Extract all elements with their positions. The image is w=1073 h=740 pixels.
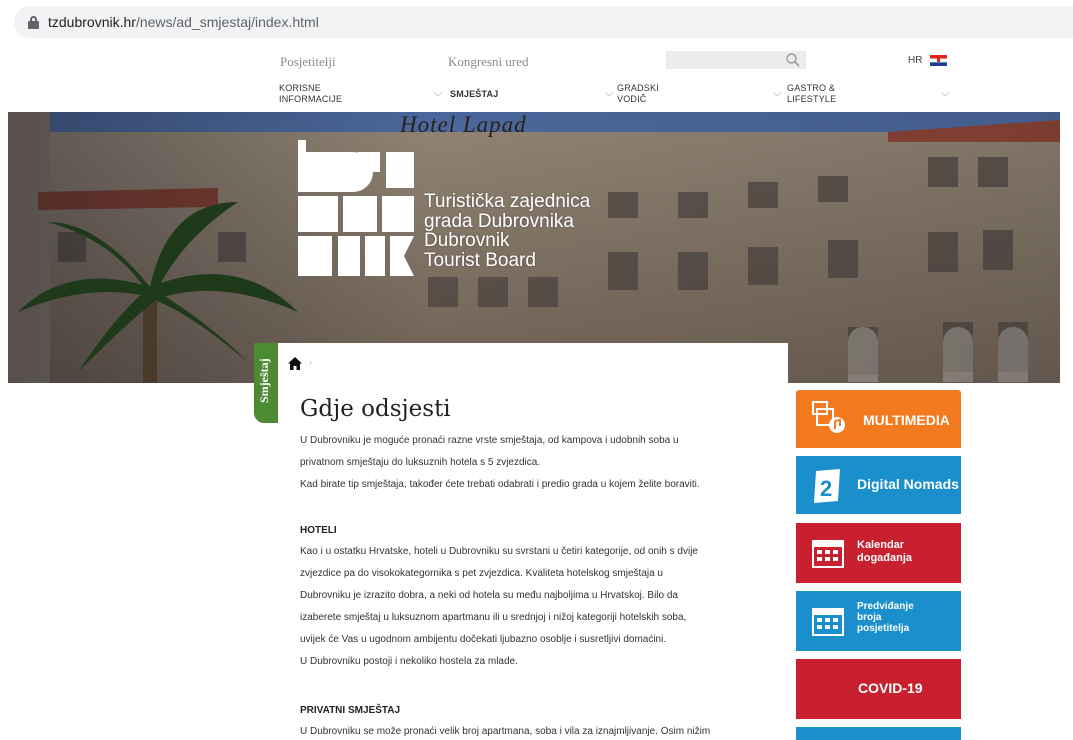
search-icon[interactable]: [785, 52, 801, 68]
url-text[interactable]: tzdubrovnik.hr/news/ad_smjestaj/index.ht…: [48, 14, 319, 30]
digital-nomads-tile[interactable]: 2 Digital Nomads: [796, 456, 961, 514]
hotels-line: U Dubrovniku postoji i nekoliko hostela …: [300, 656, 518, 667]
chevron-down-icon: [434, 92, 442, 97]
page-title: Gdje odsjesti: [300, 396, 451, 422]
nav-city-guide[interactable]: GRADSKI VODIČ: [617, 83, 659, 105]
breadcrumb-separator: ›: [309, 357, 312, 367]
covid-19-tile[interactable]: COVID-19: [796, 659, 961, 719]
intro-line: Kad birate tip smještaja, također ćete t…: [300, 479, 700, 490]
svg-text:2: 2: [820, 476, 832, 501]
hotels-line: zvjezdice pa do visokokategornika s pet …: [300, 568, 663, 579]
calendar-icon: [812, 540, 844, 568]
visitor-forecast-tile[interactable]: Predviđanje broja posjetitelja: [796, 591, 961, 651]
chevron-down-icon: [941, 92, 949, 97]
intro-line: U Dubrovniku je moguće pronaći razne vrs…: [300, 435, 679, 446]
hotels-line: izaberete smještaj u luksuznom apartmanu…: [300, 612, 687, 623]
hotels-line: Kao i u ostatku Hrvatske, hoteli u Dubro…: [300, 546, 698, 557]
calendar-icon: [812, 608, 844, 636]
congress-office-link[interactable]: Kongresni ured: [448, 54, 529, 70]
croatian-flag-icon[interactable]: [930, 55, 947, 66]
main-navigation: KORISNE INFORMACIJE SMJEŠTAJ GRADSKI VODIČ…: [0, 77, 1073, 112]
intro-line: privatnom smještaju do luksuznih hotela …: [300, 457, 541, 468]
nav-gastro-lifestyle[interactable]: GASTRO & LIFESTYLE: [787, 83, 836, 105]
digital-nomads-icon: 2: [814, 469, 840, 503]
lock-icon[interactable]: [28, 16, 39, 29]
hotels-heading: HOTELI: [300, 525, 337, 536]
chevron-down-icon: [773, 92, 781, 97]
visitors-link[interactable]: Posjetitelji: [280, 54, 336, 70]
private-accommodation-heading: PRIVATNI SMJEŠTAJ: [300, 705, 401, 716]
nav-useful-info[interactable]: KORISNE INFORMACIJE: [279, 83, 342, 105]
top-bar: Posjetitelji Kongresni ured HR: [0, 44, 1073, 77]
event-calendar-tile[interactable]: Kalendar događanja: [796, 523, 961, 583]
chevron-down-icon: [605, 92, 613, 97]
browser-url-bar: tzdubrovnik.hr/news/ad_smjestaj/index.ht…: [0, 0, 1073, 44]
main-content: › Gdje odsjesti U Dubrovniku je moguće p…: [278, 343, 788, 740]
private-line: U Dubrovniku se može pronaći velik broj …: [300, 726, 711, 737]
dubrovnik-logo-icon: [298, 140, 414, 276]
tourist-board-name: Turistička zajednica grada Dubrovnika Du…: [424, 191, 591, 271]
multimedia-icon: [812, 401, 845, 433]
hotels-line: uvijek će Vas u ugodnom ambijentu dočeka…: [300, 634, 667, 645]
hotel-sign: Hotel Lapad: [400, 112, 527, 137]
hotels-line: Dubrovniku je izrazito dobra, a neki od …: [300, 590, 678, 601]
home-icon[interactable]: [288, 357, 302, 370]
nav-accommodation[interactable]: SMJEŠTAJ: [450, 89, 498, 100]
language-selector[interactable]: HR: [908, 55, 922, 66]
address-field[interactable]: tzdubrovnik.hr/news/ad_smjestaj/index.ht…: [14, 6, 1073, 38]
next-tile[interactable]: [796, 727, 961, 740]
accommodation-side-tab[interactable]: Smještaj: [254, 343, 278, 423]
multimedia-tile[interactable]: MULTIMEDIA: [796, 390, 961, 448]
